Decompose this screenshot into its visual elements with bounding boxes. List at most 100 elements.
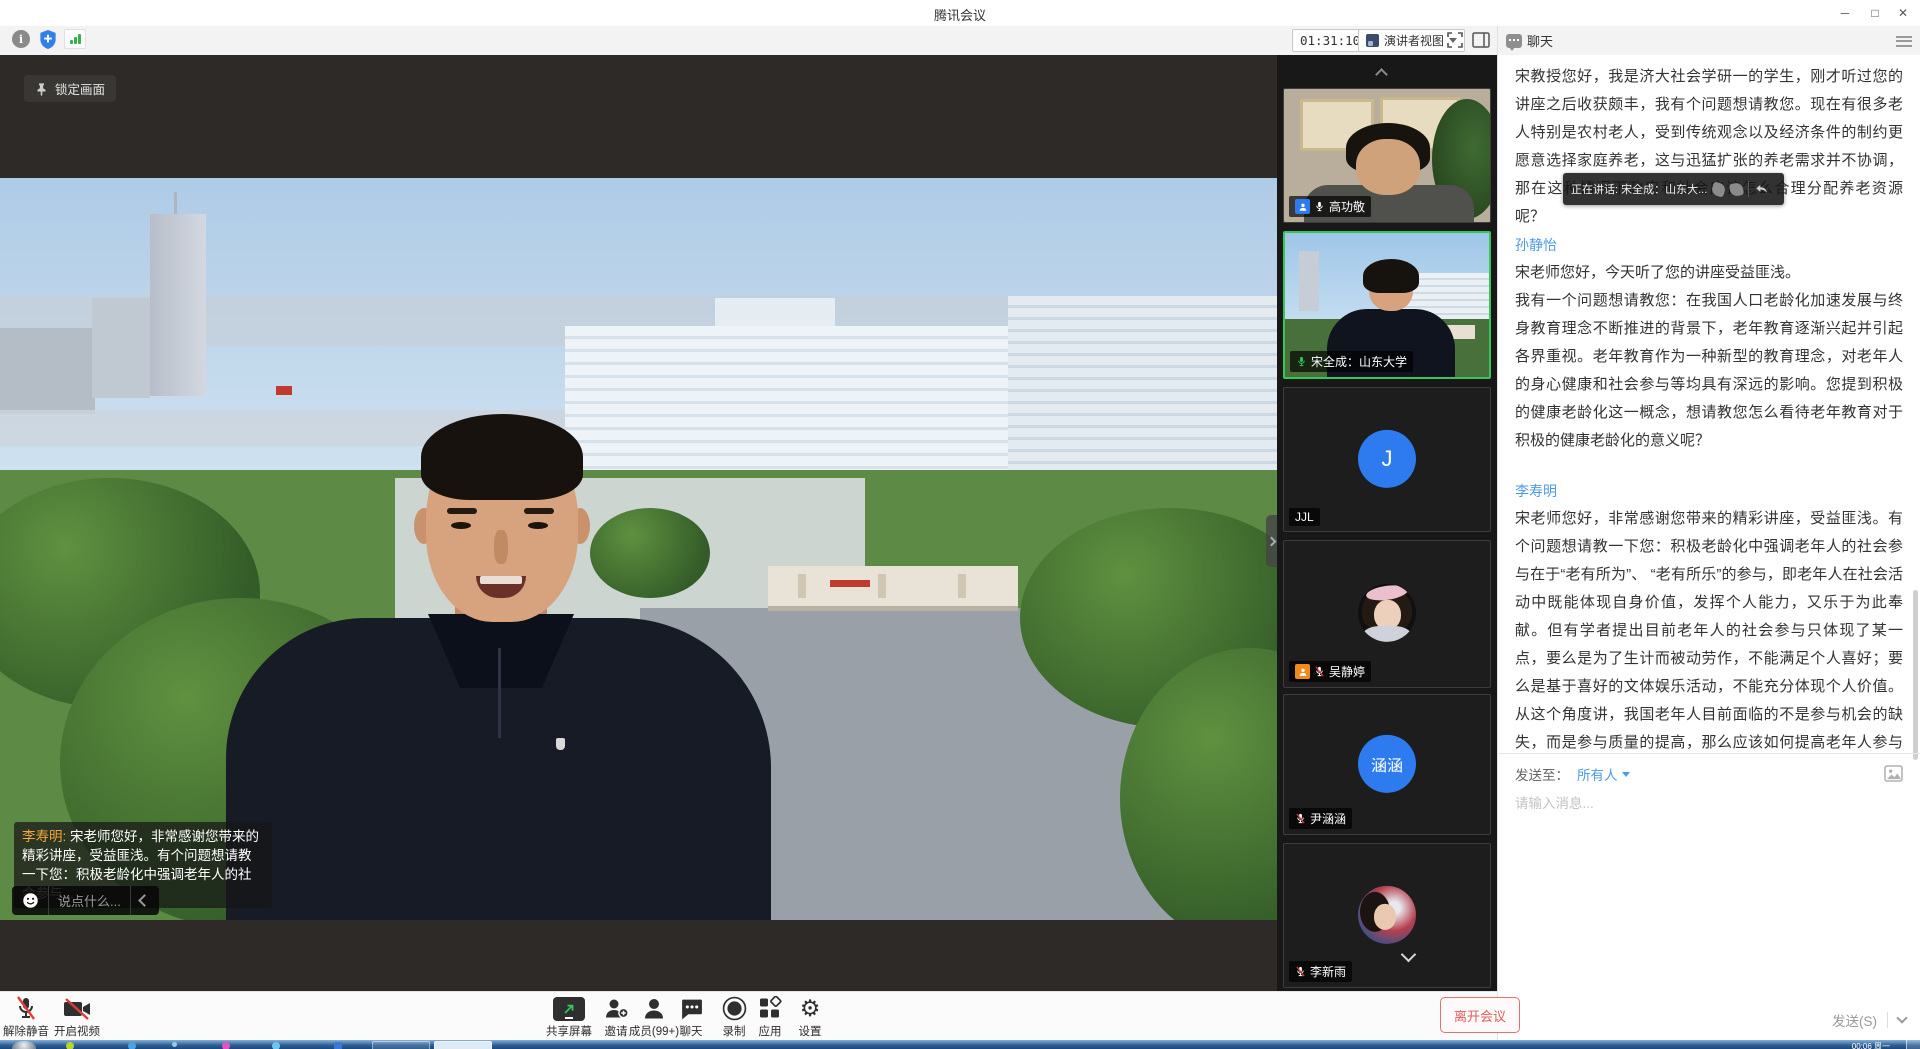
speaker-view-icon [1366,34,1379,47]
status-bar: i 01:31:10 演讲者视图 聊天 [0,26,1920,56]
quick-chat-placeholder[interactable]: 说点什么... [58,891,121,910]
chat-input-placeholder[interactable]: 请输入消息... [1515,792,1594,812]
chat-menu-icon[interactable] [1896,33,1912,47]
caption-speaker-name: 李寿明: [22,829,66,844]
clap-icon[interactable] [1711,181,1727,197]
send-button[interactable]: 发送(S) [1832,1010,1877,1030]
campus-gate [768,566,1018,611]
start-video-label: 开启视频 [42,1023,112,1039]
start-video-button[interactable]: 开启视频 [42,995,112,1039]
tencent-meeting-window: 腾讯会议 ─ □ ✕ i 01:31:10 演讲者视图 聊天 [0,0,1920,1049]
clap-icon[interactable] [1729,181,1744,196]
avatar [1358,584,1416,642]
chat-panel-title: 聊天 [1527,31,1553,50]
participant-name-tag: JJL [1289,508,1320,526]
settings-label: 设置 [775,1023,845,1039]
security-shield-icon[interactable] [38,29,58,50]
emoji-smiley-icon[interactable] [22,892,39,909]
chat-scrollbar[interactable] [1913,590,1918,760]
participant-tile-songquancheng[interactable]: 宋全成：山东大学 [1283,231,1491,379]
participant-tile-lixinyu[interactable]: 李新雨 [1283,843,1491,988]
taskbar-app-icon[interactable] [272,1042,280,1049]
participant-tile-gaogongjing[interactable]: 高功敬 [1283,88,1491,223]
reply-arrow-icon[interactable] [1754,182,1769,196]
participant-name-tag: 李新雨 [1289,961,1352,982]
maximize-button[interactable]: □ [1860,0,1890,26]
speaker-eyebrow [447,508,477,514]
taskbar-app-icon[interactable] [128,1042,136,1049]
speaker-zipper [498,648,501,738]
mic-on-icon [1314,200,1325,213]
speaker-eye [528,522,548,529]
participant-name: 李新雨 [1310,963,1346,980]
meeting-toolbar: 解除静音 开启视频 共享屏幕 邀请 [0,991,1497,1040]
participant-name-tag: 尹涵涵 [1289,808,1352,829]
settings-button[interactable]: ⚙ 设置 [775,995,845,1039]
speaker-eyebrow [524,508,554,514]
chat-message-list: 宋教授您好，我是济大社会学研一的学生，刚才听过您的讲座之后收获颇丰，我有个问题想… [1515,63,1903,753]
meeting-info-icon[interactable]: i [12,30,30,48]
trees [590,508,710,598]
main-video-stage: 锁定画面 李寿明: 宋老师您好，非常感谢您带来的精彩讲座，受益匪浅。有个问题想请… [0,55,1277,991]
avatar: J [1358,429,1416,487]
host-person-icon [1295,199,1310,214]
lock-view-button[interactable]: 锁定画面 [24,75,116,102]
divider [130,886,131,915]
send-options-chevron[interactable] [1896,1012,1907,1023]
avatar-face [1374,903,1396,929]
chat-message-text: 宋教授您好，我是济大社会学研一的学生，刚才听过您的讲座之后收获颇丰，我有个问题想… [1515,63,1903,231]
taskbar-app-icon[interactable] [222,1042,230,1049]
chat-panel-header: 聊天 [1506,26,1553,55]
participant-hair [1363,259,1419,293]
taskbar-app-icon[interactable] [66,1042,74,1049]
chat-message-text: 我有一个问题想请教您：在我国人口老龄化加速发展与终身教育理念不断推进的背景下，老… [1515,287,1903,455]
participant-face [1356,139,1420,195]
start-orb[interactable] [12,1041,36,1049]
taskbar-app-icon[interactable] [334,1042,342,1049]
participant-tile-yinhanhan[interactable]: 涵涵 尹涵涵 [1283,694,1491,835]
participant-name-tag: 宋全成：山东大学 [1290,351,1413,372]
divider [1887,1012,1888,1028]
mid-tower [92,298,150,398]
mic-muted-icon [1314,665,1325,678]
gear-icon: ⚙ [775,995,845,1021]
participant-name: 尹涵涵 [1310,810,1346,827]
participant-name: 高功敬 [1329,198,1365,215]
close-button[interactable]: ✕ [1888,0,1918,26]
minimize-button[interactable]: ─ [1830,0,1860,26]
side-panel-toggle-icon[interactable] [1472,32,1490,48]
quick-chat-bar[interactable]: 说点什么... [12,886,159,915]
mic-muted-icon [1295,812,1306,825]
network-quality-icon[interactable] [64,29,86,49]
taskbar-window-button-active[interactable] [434,1041,492,1049]
participant-tile-jjl[interactable]: J JJL [1283,387,1491,532]
mini-tower [1299,251,1319,311]
speaker-eye [451,522,471,529]
scroll-up-icon[interactable] [1375,68,1388,81]
avatar: 涵涵 [1358,734,1416,792]
mic-speaking-icon [1296,355,1307,368]
divider [48,886,49,915]
collapse-left-icon[interactable] [138,894,151,907]
active-speaker-label: 正在讲话: 宋全成：山东大... [1571,181,1707,197]
tall-tower [150,214,206,396]
divider [1497,26,1498,55]
participant-tile-wujingting[interactable]: 吴静婷 [1283,540,1491,688]
window-title: 腾讯会议 [0,5,1920,24]
chat-sender-name: 孙静怡 [1515,231,1903,259]
speaker-hair [421,414,583,500]
divider [1498,753,1920,754]
campus-video-feed [0,178,1277,920]
taskbar-window-button[interactable] [372,1041,430,1049]
shirt-logo [556,738,565,750]
meeting-timer: 01:31:10 [1292,29,1368,52]
sidebar-collapse-handle[interactable] [1266,515,1277,567]
participant-strip: 高功敬 宋全成：山东大学 J JJL [1277,55,1497,991]
show-desktop-button[interactable] [1906,1040,1920,1049]
pin-icon [35,82,48,96]
chat-message: 宋教授您好，我是济大社会学研一的学生，刚才听过您的讲座之后收获颇丰，我有个问题想… [1515,63,1903,231]
leave-meeting-button[interactable]: 离开会议 [1440,997,1520,1033]
fullscreen-icon[interactable] [1446,31,1464,49]
chat-sender-name: 李寿明 [1515,477,1903,505]
taskbar-app-icon[interactable] [172,1042,177,1047]
